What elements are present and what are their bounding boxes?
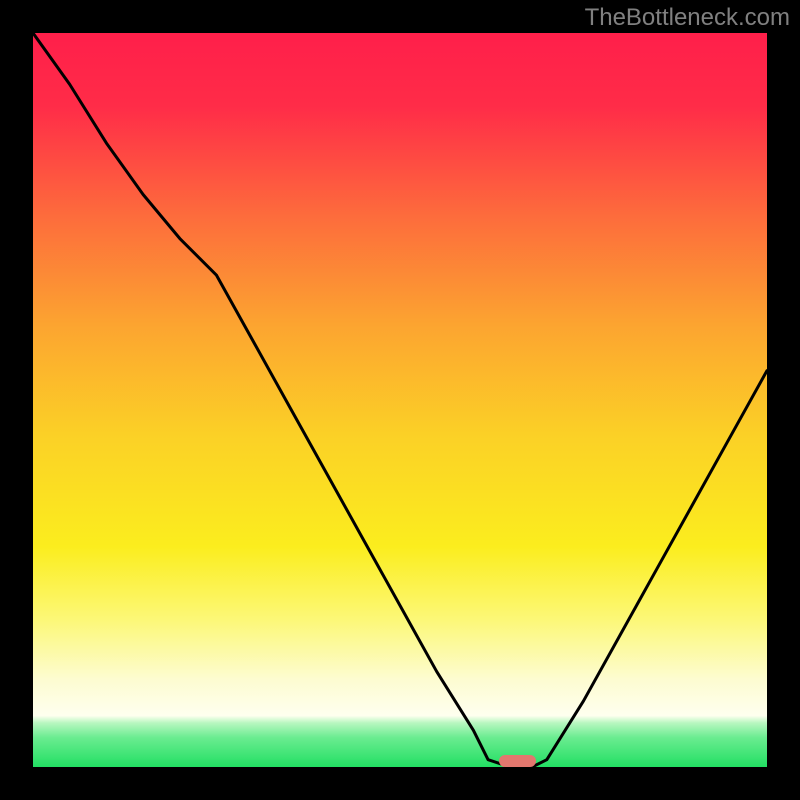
optimal-marker [499,755,536,767]
curve-line [33,33,767,767]
plot-area [33,33,767,767]
chart-container: TheBottleneck.com [0,0,800,800]
watermark-text: TheBottleneck.com [585,4,790,32]
